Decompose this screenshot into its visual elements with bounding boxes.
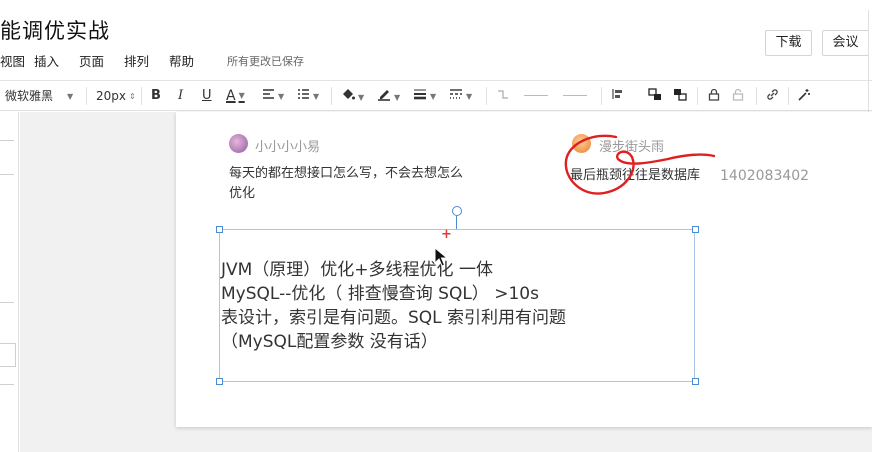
panel-marker [0, 384, 14, 385]
toolbar-divider [788, 87, 789, 105]
chevron-down-icon: ▼ [67, 91, 74, 101]
font-family-value: 微软雅黑 [5, 89, 54, 103]
note-line: MySQL--优化（ 排查慢查询 SQL） >10s [221, 284, 539, 304]
font-family-select[interactable]: 微软雅黑 ▼ [5, 88, 73, 105]
note-line: （MySQL配置参数 没有话） [221, 332, 438, 352]
toolbar-divider [486, 87, 487, 105]
rotate-handle-stem [456, 216, 457, 229]
toolbar-divider [697, 87, 698, 105]
mouse-cursor-icon [434, 247, 448, 267]
bold-button[interactable]: B [151, 88, 161, 104]
rotate-handle[interactable] [452, 206, 462, 216]
chat-message-line: 每天的都在想接口怎么写，不会去想怎么 [229, 166, 464, 181]
line-start-style[interactable] [524, 95, 548, 96]
menu-item-page[interactable]: 页面 [79, 51, 104, 70]
connector-icon [498, 90, 508, 99]
chat-message-line: 优化 [229, 186, 256, 201]
pen-color-icon [378, 90, 390, 101]
send-back-button[interactable] [673, 88, 687, 105]
lock-icon [708, 88, 720, 101]
chevron-down-icon: ▼ [430, 91, 437, 101]
link-button[interactable] [766, 88, 779, 105]
underline-button[interactable]: U [202, 88, 212, 104]
toolbar-divider [601, 87, 602, 105]
align-button[interactable] [612, 88, 625, 104]
line-color-button[interactable]: ▼ [377, 88, 400, 106]
chevron-down-icon: ▼ [358, 92, 365, 102]
font-size-value: 20px [96, 89, 126, 103]
chevron-down-icon: ▼ [238, 91, 245, 100]
avatar [229, 134, 248, 153]
meeting-button[interactable]: 会议 [822, 30, 869, 56]
unlock-button[interactable] [732, 88, 744, 105]
font-color-label: A [226, 88, 236, 104]
download-button[interactable]: 下载 [765, 30, 812, 56]
line-weight-icon [414, 89, 426, 100]
menu-item-view[interactable]: 视图 [0, 51, 25, 70]
toolbar-divider [756, 87, 757, 105]
toolbar-divider [331, 87, 332, 105]
font-color-button[interactable]: A ▼ [226, 88, 245, 104]
red-annotation-scribble [564, 134, 716, 195]
panel-marker [0, 174, 14, 175]
note-line: JVM（原理）优化+多线程优化 一体 [221, 260, 493, 280]
fill-color-button[interactable]: ▼ [341, 88, 364, 106]
toolbar: 微软雅黑 ▼ 20px ⇕ B I U A ▼ ▼ ▼ ▼ ▼ ▼ ▼ [0, 80, 872, 111]
panel-marker [0, 302, 14, 303]
text-align-button[interactable]: ▼ [262, 88, 284, 105]
send-back-icon [674, 89, 687, 101]
stepper-icon: ⇕ [129, 91, 136, 101]
magic-wand-icon [798, 89, 810, 101]
list-button[interactable]: ▼ [297, 88, 319, 105]
panel-marker [0, 140, 14, 141]
resize-handle[interactable] [692, 226, 699, 233]
toolbar-divider [141, 87, 142, 105]
note-text[interactable]: JVM（原理）优化+多线程优化 一体 MySQL--优化（ 排查慢查询 SQL）… [221, 258, 566, 354]
left-shape-panel [0, 112, 19, 452]
title-bar: 能调优实战 [0, 0, 872, 46]
document-title[interactable]: 能调优实战 [0, 15, 110, 45]
menu-item-help[interactable]: 帮助 [169, 51, 194, 70]
align-icon [612, 89, 622, 99]
unlock-icon [732, 88, 744, 101]
line-style-button[interactable]: ▼ [449, 88, 472, 105]
line-end-style[interactable] [563, 95, 587, 96]
resize-handle[interactable] [692, 378, 699, 385]
toolbar-divider [86, 87, 87, 105]
note-line: 表设计，索引是有问题。SQL 索引利用有问题 [221, 308, 567, 328]
center-marker-icon: + [441, 227, 452, 242]
chat-id-text: 1402083402 [720, 168, 810, 184]
chevron-down-icon: ▼ [466, 91, 473, 101]
menu-item-insert[interactable]: 插入 [34, 51, 59, 70]
save-status: 所有更改已保存 [227, 55, 304, 68]
menu-item-arrange[interactable]: 排列 [124, 51, 149, 70]
lock-button[interactable] [708, 88, 720, 105]
chevron-down-icon: ▼ [313, 91, 320, 101]
font-size-stepper[interactable]: 20px ⇕ [96, 88, 136, 105]
format-painter-button[interactable] [797, 88, 811, 105]
list-icon [298, 89, 309, 99]
resize-handle[interactable] [216, 226, 223, 233]
chat-username-left: 小小小小易 [255, 140, 321, 155]
italic-button[interactable]: I [178, 88, 183, 104]
line-weight-button[interactable]: ▼ [413, 88, 436, 105]
fill-bucket-icon [343, 89, 355, 100]
chevron-down-icon: ▼ [394, 92, 401, 102]
chat-message-left: 每天的都在想接口怎么写，不会去想怎么 优化 [229, 164, 463, 204]
panel-collapse-toggle[interactable] [0, 343, 16, 367]
bring-front-icon [648, 88, 661, 100]
resize-handle[interactable] [216, 378, 223, 385]
bring-front-button[interactable] [648, 88, 662, 105]
line-style-icon [450, 89, 462, 99]
chevron-down-icon: ▼ [278, 91, 285, 101]
link-icon [767, 89, 778, 100]
text-align-icon [263, 89, 274, 99]
connector-button[interactable] [497, 88, 509, 104]
